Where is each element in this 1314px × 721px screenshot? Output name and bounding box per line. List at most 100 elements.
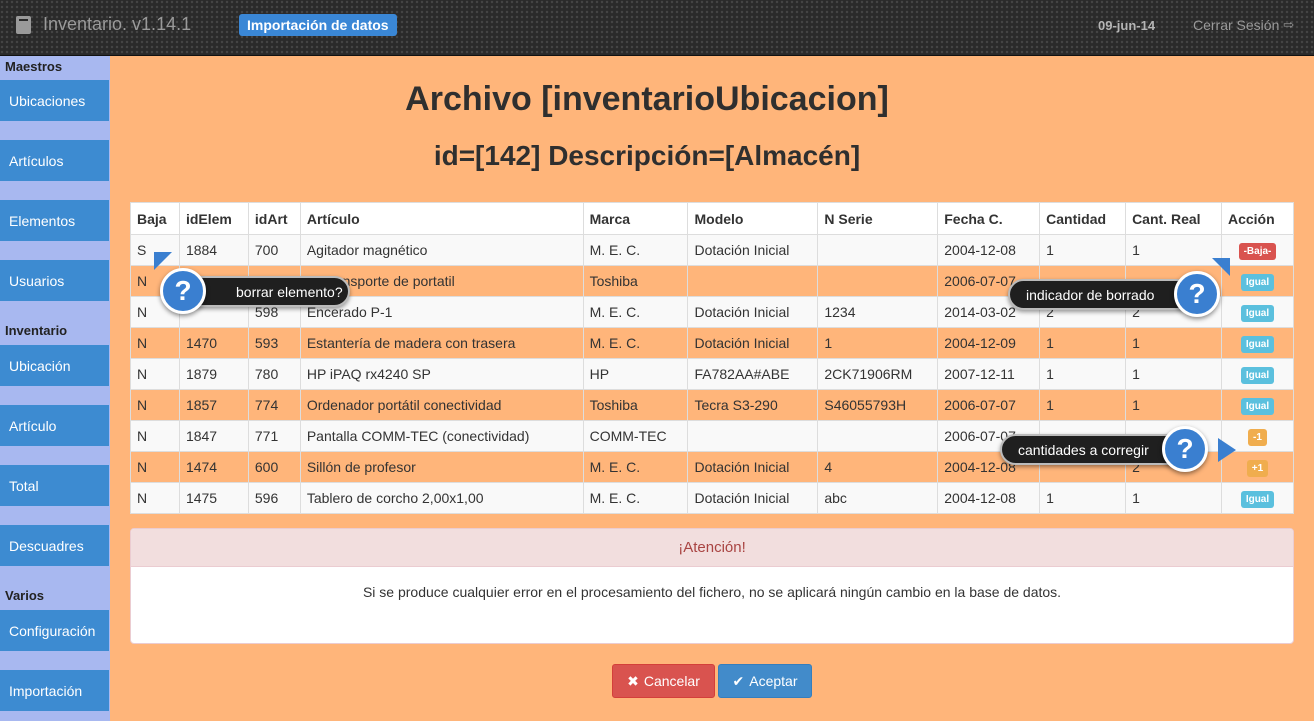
action-badge[interactable]: Igual xyxy=(1240,304,1275,322)
cell-fecha: 2006-07-07 xyxy=(937,389,1041,421)
col-header-modelo: Modelo xyxy=(687,202,819,235)
cell-modelo: FA782AA#ABE xyxy=(687,358,819,390)
main-content: Archivo [inventarioUbicacion] id=[142] D… xyxy=(110,56,1314,721)
logout-label: Cerrar Sesión xyxy=(1193,17,1280,33)
cell-serie: 1 xyxy=(817,327,939,359)
logout-link[interactable]: Cerrar Sesión ⇨ xyxy=(1193,17,1294,33)
help-glyph: ? xyxy=(1188,278,1206,309)
help-icon-borrar[interactable]: ? xyxy=(160,268,206,314)
cell-marca: Toshiba xyxy=(582,265,689,297)
cell-serie: 4 xyxy=(817,451,939,483)
sidebar-item-articulos[interactable]: Artículos xyxy=(0,140,109,181)
cancel-button[interactable]: ✖ Cancelar xyxy=(612,664,715,698)
cell-fecha: 2004-12-08 xyxy=(937,234,1041,266)
help-icon-indicador[interactable]: ? xyxy=(1174,271,1220,317)
cell-idart: 593 xyxy=(247,327,301,359)
cell-accion: Igual xyxy=(1220,482,1295,514)
col-header-serie: N Serie xyxy=(817,202,939,235)
cell-marca: M. E. C. xyxy=(582,296,689,328)
cell-fecha: 2004-12-09 xyxy=(937,327,1041,359)
cell-idelem: 1857 xyxy=(178,389,249,421)
cell-cantidad: 1 xyxy=(1039,389,1127,421)
cell-articulo: Tablero de corcho 2,00x1,00 xyxy=(299,482,584,514)
callout-borrar-text: borrar elemento? xyxy=(236,283,343,300)
cell-cantidad: 1 xyxy=(1039,327,1127,359)
cell-modelo: Dotación Inicial xyxy=(687,296,819,328)
table-row: N 1857 774 Ordenador portátil conectividad T… xyxy=(130,389,1295,421)
sidebar-item-usuarios[interactable]: Usuarios xyxy=(0,260,109,301)
book-icon xyxy=(16,15,31,34)
sidebar-item-elementos[interactable]: Elementos xyxy=(0,200,109,241)
callout-corregir-text: cantidades a corregir xyxy=(1018,441,1149,458)
cell-serie: 1234 xyxy=(817,296,939,328)
action-badge[interactable]: Igual xyxy=(1240,490,1275,508)
sidebar-item-importacion[interactable]: Importación xyxy=(0,670,109,711)
cell-cant-real: 1 xyxy=(1125,389,1222,421)
brand[interactable]: Inventario. v1.14.1 xyxy=(16,14,191,35)
cell-serie: 2CK71906RM xyxy=(817,358,939,390)
page-subtitle: id=[142] Descripción=[Almacén] xyxy=(433,140,861,171)
logout-icon: ⇨ xyxy=(1283,17,1295,32)
help-glyph: ? xyxy=(174,275,192,306)
cell-modelo xyxy=(687,420,819,452)
cell-accion: Igual xyxy=(1220,389,1295,421)
cell-modelo: Dotación Inicial xyxy=(687,482,819,514)
cell-serie xyxy=(817,234,939,266)
cell-idelem: 1474 xyxy=(178,451,249,483)
close-icon: ✖ xyxy=(627,672,639,689)
sidebar-item-ubicaciones[interactable]: Ubicaciones xyxy=(0,80,109,121)
warning-message: Si se produce cualquier error en el proc… xyxy=(362,584,1062,600)
cell-cant-real: 1 xyxy=(1125,234,1222,266)
cell-articulo: Ordenador portátil conectividad xyxy=(299,389,584,421)
top-navbar: Inventario. v1.14.1 Importación de datos… xyxy=(0,0,1314,56)
cell-fecha: 2007-12-11 xyxy=(937,358,1041,390)
cell-fecha: 2004-12-08 xyxy=(937,482,1041,514)
warning-panel: ¡Atención! Si se produce cualquier error… xyxy=(130,528,1294,644)
sidebar-item-ubicacion[interactable]: Ubicación xyxy=(0,345,109,386)
module-badge: Importación de datos xyxy=(239,14,397,36)
col-header-cant-real: Cant. Real xyxy=(1125,202,1222,235)
action-badge[interactable]: Igual xyxy=(1240,397,1275,415)
cell-accion: Igual xyxy=(1220,296,1295,328)
cell-modelo: Dotación Inicial xyxy=(687,234,819,266)
action-badge[interactable]: Igual xyxy=(1240,335,1275,353)
cell-articulo: Agitador magnético xyxy=(299,234,584,266)
sidebar-item-articulo[interactable]: Artículo xyxy=(0,405,109,446)
sidebar-item-descuadres[interactable]: Descuadres xyxy=(0,525,109,566)
sidebar-item-configuracion[interactable]: Configuración xyxy=(0,610,109,651)
check-icon: ✔ xyxy=(732,672,745,689)
sidebar-item-total[interactable]: Total xyxy=(0,465,109,506)
current-date: 09-jun-14 xyxy=(1098,18,1156,33)
accept-label: Aceptar xyxy=(749,673,798,689)
table-header-row: Baja idElem idArt Artículo Marca Modelo … xyxy=(130,202,1295,235)
cell-marca: M. E. C. xyxy=(582,234,689,266)
table-row: N 1879 780 HP iPAQ rx4240 SP HP FA782AA#ABE 2C… xyxy=(130,358,1295,390)
col-header-accion: Acción xyxy=(1220,202,1295,235)
cell-articulo: Pantalla COMM-TEC (conectividad) xyxy=(299,420,584,452)
cell-idart: 600 xyxy=(247,451,301,483)
col-header-baja: Baja xyxy=(130,202,180,235)
action-badge[interactable]: -1 xyxy=(1248,428,1267,446)
action-badge[interactable]: Igual xyxy=(1240,366,1275,384)
sidebar: Maestros Ubicaciones Artículos Elementos… xyxy=(0,56,110,721)
action-badge[interactable]: Igual xyxy=(1240,273,1275,291)
cell-baja: N xyxy=(130,482,180,514)
cell-modelo: Dotación Inicial xyxy=(687,327,819,359)
accept-button[interactable]: ✔ Aceptar xyxy=(718,664,812,698)
cell-marca: HP xyxy=(582,358,689,390)
cell-accion: Igual xyxy=(1220,327,1295,359)
sidebar-section-varios: Varios xyxy=(5,588,45,603)
col-header-idelem: idElem xyxy=(178,202,249,235)
cell-articulo: HP iPAQ rx4240 SP xyxy=(299,358,584,390)
action-badge[interactable]: +1 xyxy=(1246,459,1269,477)
cell-baja: N xyxy=(130,389,180,421)
table-row: S 1884 700 Agitador magnético M. E. C. Dotaci… xyxy=(130,234,1295,266)
help-icon-corregir[interactable]: ? xyxy=(1162,426,1208,472)
callout-indicador-pointer xyxy=(1212,258,1230,276)
callout-borrar-pointer xyxy=(154,252,172,270)
col-header-fecha: Fecha C. xyxy=(937,202,1041,235)
cell-marca: M. E. C. xyxy=(582,327,689,359)
action-badge[interactable]: -Baja- xyxy=(1238,242,1277,260)
cell-serie: S46055793H xyxy=(817,389,939,421)
cell-modelo: Dotación Inicial xyxy=(687,451,819,483)
